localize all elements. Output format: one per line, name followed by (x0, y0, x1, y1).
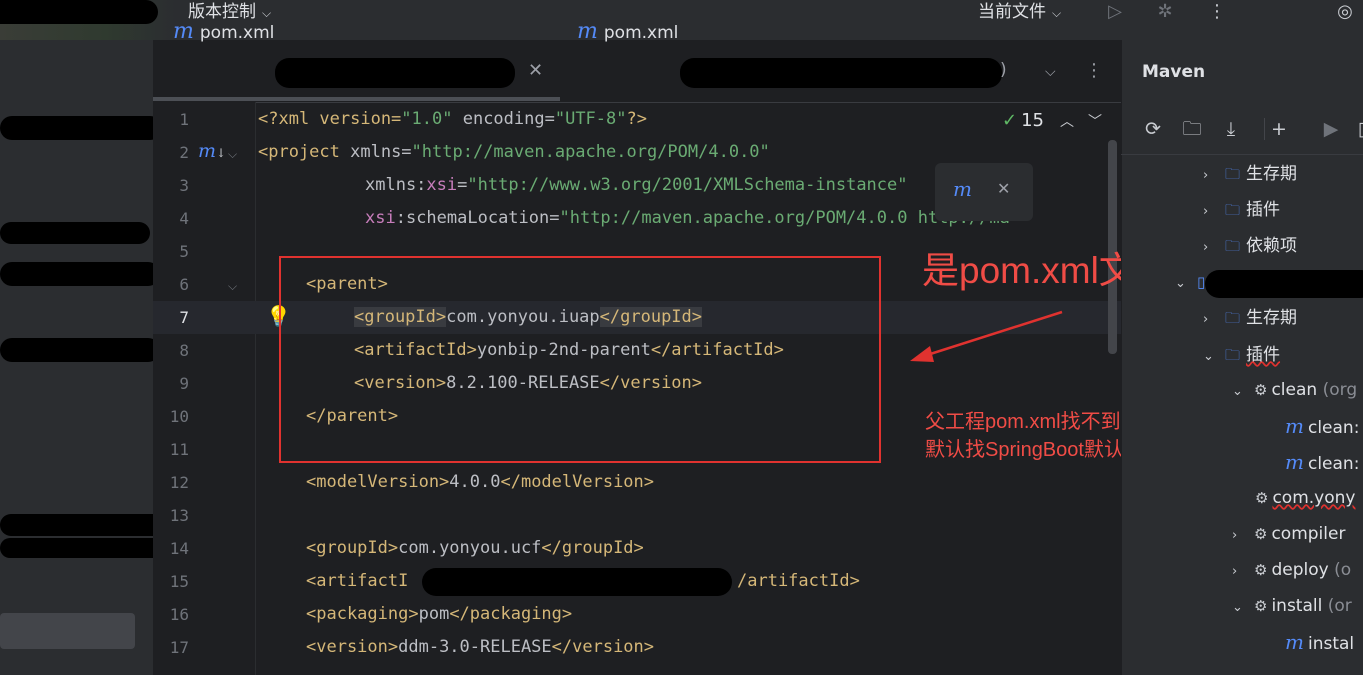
plugin-gear-icon: ⚙ (1254, 597, 1268, 615)
tree-dependencies[interactable]: › 🗀 依赖项 (1203, 231, 1297, 261)
chevron-right-icon: › (1203, 168, 1209, 183)
chevron-down-icon: ⌄ (1232, 600, 1243, 615)
download-icon[interactable]: ⤓ (1218, 116, 1244, 142)
toggle-offline-icon[interactable]: ▯ (1350, 116, 1363, 142)
tree-plugins[interactable]: › 🗀 插件 (1203, 195, 1280, 225)
maven-goal-icon: m (1285, 630, 1304, 654)
chevron-right-icon: › (1203, 312, 1209, 327)
tree-goal[interactable]: m clean: (1285, 447, 1359, 477)
chevron-right-icon: › (1232, 528, 1238, 543)
maven-goal-icon: m (1285, 450, 1304, 474)
tree-goal[interactable]: m instal (1285, 627, 1354, 657)
folder-gear-icon: 🗀 (1225, 346, 1241, 364)
toolbar-separator (1264, 118, 1265, 140)
run-maven-icon[interactable]: ▶ (1318, 116, 1344, 142)
tree-lifecycle[interactable]: › 🗀 生存期 (1203, 159, 1297, 189)
tree-goal[interactable]: m clean: (1285, 411, 1359, 441)
plugin-gear-icon: ⚙ (1255, 489, 1269, 507)
reload-icon[interactable]: ⟳ (1140, 116, 1166, 142)
chevron-right-icon: › (1232, 564, 1238, 579)
reload-folder-icon[interactable]: 🗀 (1179, 116, 1205, 142)
folder-gear-icon: 🗀 (1225, 165, 1241, 183)
folder-gear-icon: 🗀 (1225, 309, 1241, 327)
maven-module-icon: ▯ (1197, 273, 1206, 291)
chevron-right-icon: › (1203, 240, 1209, 255)
chevron-down-icon: ⌄ (1203, 349, 1214, 364)
folder-gear-icon: 🗀 (1225, 201, 1241, 219)
plugin-gear-icon: ⚙ (1254, 561, 1268, 579)
chevron-down-icon: ⌄ (1175, 276, 1186, 291)
tree-plugin-clean[interactable]: ⌄ ⚙ clean (org (1232, 375, 1357, 405)
add-icon[interactable]: + (1266, 116, 1292, 142)
tree-plugin[interactable]: ⚙ com.yony (1255, 483, 1355, 513)
maven-toolbar-divider (1121, 154, 1363, 155)
plugin-gear-icon: ⚙ (1254, 525, 1268, 543)
tree-plugins[interactable]: ⌄ 🗀 插件 (1203, 340, 1280, 370)
tree-plugin-deploy[interactable]: › ⚙ deploy (o (1232, 555, 1351, 585)
chevron-down-icon: ⌄ (1232, 384, 1243, 399)
plugin-gear-icon: ⚙ (1254, 381, 1268, 399)
chevron-right-icon: › (1203, 204, 1209, 219)
tree-plugin-compiler[interactable]: › ⚙ compiler (1232, 519, 1345, 549)
tree-plugin-install[interactable]: ⌄ ⚙ install (or (1232, 591, 1352, 621)
tree-lifecycle[interactable]: › 🗀 生存期 (1203, 303, 1297, 333)
folder-chart-icon: 🗀 (1225, 237, 1241, 255)
redacted-module-name (1205, 270, 1363, 298)
maven-goal-icon: m (1285, 414, 1304, 438)
maven-panel-title: Maven (1142, 62, 1206, 82)
